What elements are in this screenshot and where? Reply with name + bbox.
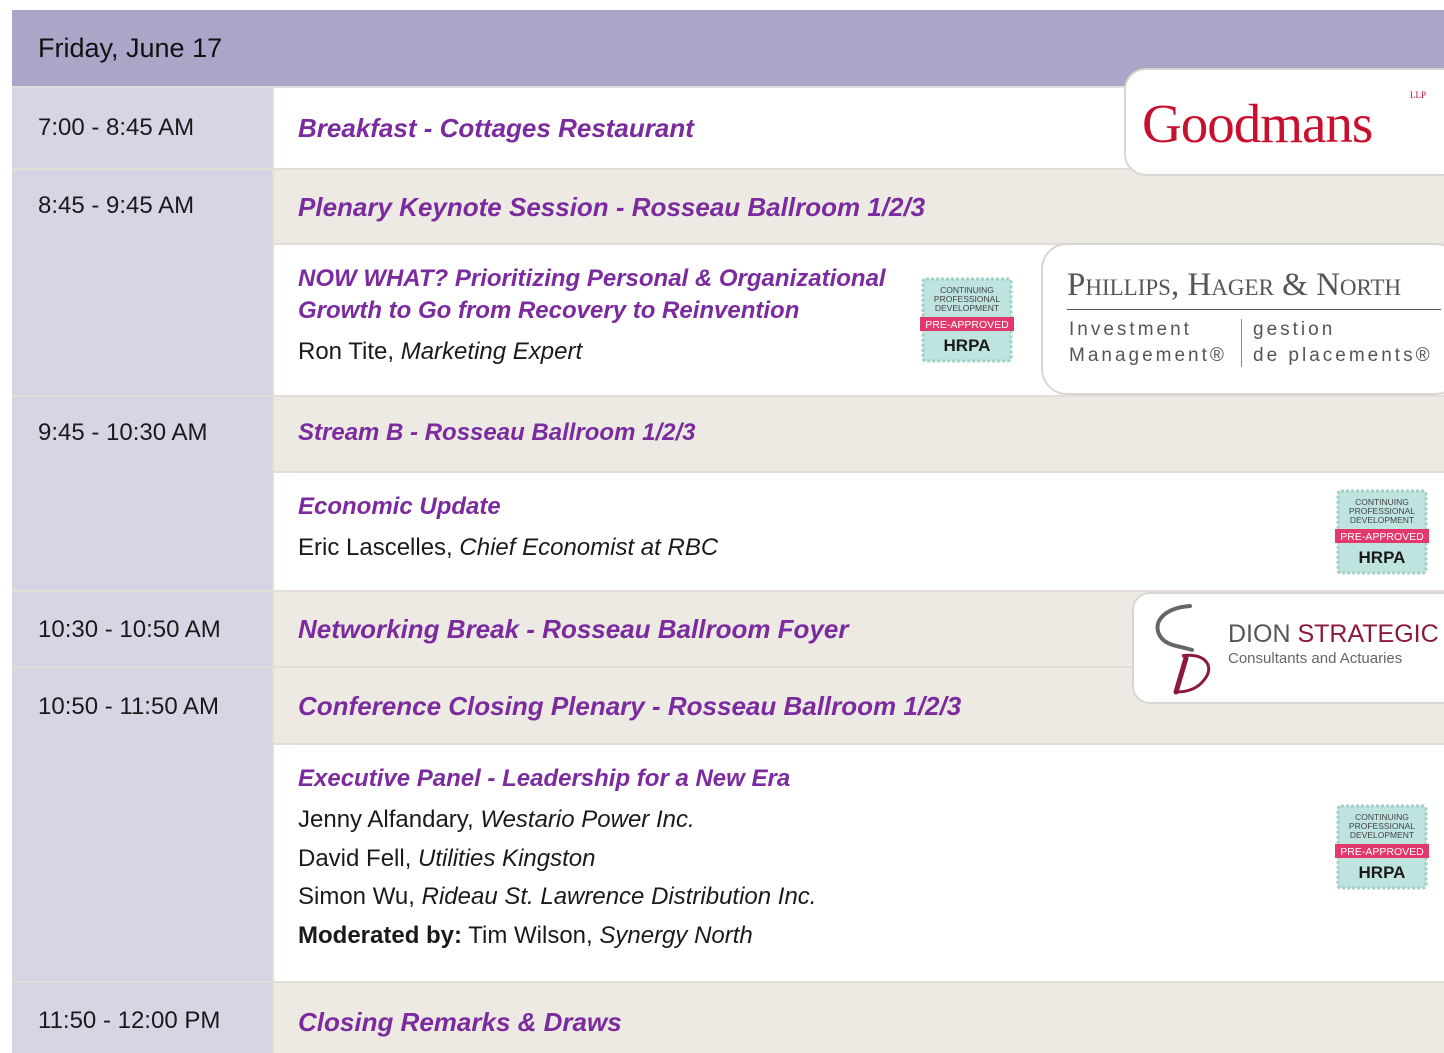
speaker: Jenny Alfandary, Westario Power Inc. <box>298 806 695 834</box>
phn-divider <box>1067 309 1441 310</box>
phillips-hager-north-logo: Phillips, Hager & North Investment Manag… <box>1041 243 1444 395</box>
badge-org-text: HRPA <box>1359 548 1406 567</box>
speaker-org: Utilities Kingston <box>418 845 596 872</box>
time-cell: 10:50 - 11:50 AM <box>12 668 272 981</box>
speaker-name: Ron Tite, <box>298 338 401 365</box>
speaker-name: Jenny Alfandary, <box>298 806 481 833</box>
session-title: NOW WHAT? Prioritizing Personal & Organi… <box>298 265 886 292</box>
hrpa-cpd-badge: CONTINUING PROFESSIONAL DEVELOPMENT PRE-… <box>1335 488 1429 581</box>
session-title: Executive Panel - Leadership for a New E… <box>298 765 791 792</box>
dion-strategic-logo: DION STRATEGIC Consultants and Actuaries <box>1132 592 1444 704</box>
time-cell: 9:45 - 10:30 AM <box>12 397 272 590</box>
session-detail-row: Economic Update Eric Lascelles, Chief Ec… <box>274 473 1444 590</box>
badge-org-text: HRPA <box>944 336 991 355</box>
time-cell: 10:30 - 10:50 AM <box>12 592 272 666</box>
goodmans-llp: LLP <box>1410 90 1427 100</box>
day-title: Friday, June 17 <box>38 32 223 63</box>
time-cell: 7:00 - 8:45 AM <box>12 88 272 168</box>
phn-en-line2: Management® <box>1069 345 1227 366</box>
moderated-label: Moderated by: <box>298 922 463 949</box>
time-label: 11:50 - 12:00 PM <box>38 1007 221 1034</box>
badge-ribbon-text: PRE-APPROVED <box>1340 531 1424 543</box>
session-row: Plenary Keynote Session - Rosseau Ballro… <box>274 170 1444 243</box>
time-cell: 11:50 - 12:00 PM <box>12 983 272 1053</box>
speaker-org: Synergy North <box>599 922 753 949</box>
session-title-line2: Growth to Go from Recovery to Reinventio… <box>298 297 800 324</box>
session-detail-row: Executive Panel - Leadership for a New E… <box>274 745 1444 981</box>
badge-org-text: HRPA <box>1359 863 1406 882</box>
phn-vertical-divider <box>1241 319 1242 367</box>
time-label: 10:50 - 11:50 AM <box>38 693 220 720</box>
schedule-table: Friday, June 17 7:00 - 8:45 AM Breakfast… <box>12 10 1444 1053</box>
badge-text: DEVELOPMENT <box>1350 515 1414 525</box>
session-row: Closing Remarks & Draws <box>274 983 1444 1053</box>
goodmans-wordmark: Goodmans <box>1142 93 1373 154</box>
session-title: Stream B - Rosseau Ballroom 1/2/3 <box>298 419 696 446</box>
speaker: Simon Wu, Rideau St. Lawrence Distributi… <box>298 883 816 911</box>
speaker-name: Simon Wu, <box>298 883 422 910</box>
badge-text: DEVELOPMENT <box>1350 830 1414 840</box>
speaker-org: Rideau St. Lawrence Distribution Inc. <box>421 883 817 910</box>
speaker-name: David Fell, <box>298 845 419 872</box>
phn-wordmark: Phillips, Hager & North <box>1067 267 1402 303</box>
time-label: 7:00 - 8:45 AM <box>38 114 195 141</box>
dion-emblem-icon <box>1155 604 1211 695</box>
time-label: 8:45 - 9:45 AM <box>38 192 195 219</box>
speaker-name: Tim Wilson, <box>462 922 600 949</box>
goodmans-logo: Goodmans LLP <box>1124 68 1444 176</box>
session-title: Plenary Keynote Session - Rosseau Ballro… <box>298 192 926 222</box>
dion-word2: STRATEGIC <box>1297 620 1439 648</box>
time-label: 9:45 - 10:30 AM <box>38 419 208 446</box>
time-cell: 8:45 - 9:45 AM <box>12 170 272 395</box>
badge-ribbon-text: PRE-APPROVED <box>1340 846 1424 858</box>
session-title: Conference Closing Plenary - Rosseau Bal… <box>298 691 962 721</box>
phn-english: Investment Management® <box>1069 317 1227 369</box>
phn-fr-line1: gestion <box>1253 319 1336 340</box>
session-title: Breakfast - Cottages Restaurant <box>298 113 694 143</box>
time-label: 10:30 - 10:50 AM <box>38 616 221 643</box>
badge-ribbon-text: PRE-APPROVED <box>925 319 1009 331</box>
session-row: Stream B - Rosseau Ballroom 1/2/3 <box>274 397 1444 471</box>
dion-tagline: Consultants and Actuaries <box>1228 650 1403 667</box>
phn-en-line1: Investment <box>1069 319 1192 340</box>
speaker-role: Marketing Expert <box>400 338 583 365</box>
session-title: Economic Update <box>298 493 501 520</box>
speaker-name: Eric Lascelles, <box>298 534 460 561</box>
session-title: Closing Remarks & Draws <box>298 1007 622 1037</box>
hrpa-cpd-badge: CONTINUING PROFESSIONAL DEVELOPMENT PRE-… <box>920 276 1014 369</box>
speaker-org: Westario Power Inc. <box>480 806 695 833</box>
session-title: Networking Break - Rosseau Ballroom Foye… <box>298 614 849 644</box>
hrpa-cpd-badge: CONTINUING PROFESSIONAL DEVELOPMENT PRE-… <box>1335 803 1429 896</box>
dion-wordmark: DION STRATEGIC <box>1228 620 1439 649</box>
speaker-role: Chief Economist at RBC <box>459 534 719 561</box>
phn-french: gestion de placements® <box>1253 317 1433 369</box>
speaker: Ron Tite, Marketing Expert <box>298 338 582 366</box>
dion-word1: DION <box>1228 620 1291 648</box>
badge-text: DEVELOPMENT <box>935 303 999 313</box>
moderator: Moderated by: Tim Wilson, Synergy North <box>298 922 753 950</box>
speaker: David Fell, Utilities Kingston <box>298 845 595 873</box>
speaker: Eric Lascelles, Chief Economist at RBC <box>298 534 718 562</box>
phn-fr-line2: de placements® <box>1253 345 1433 366</box>
